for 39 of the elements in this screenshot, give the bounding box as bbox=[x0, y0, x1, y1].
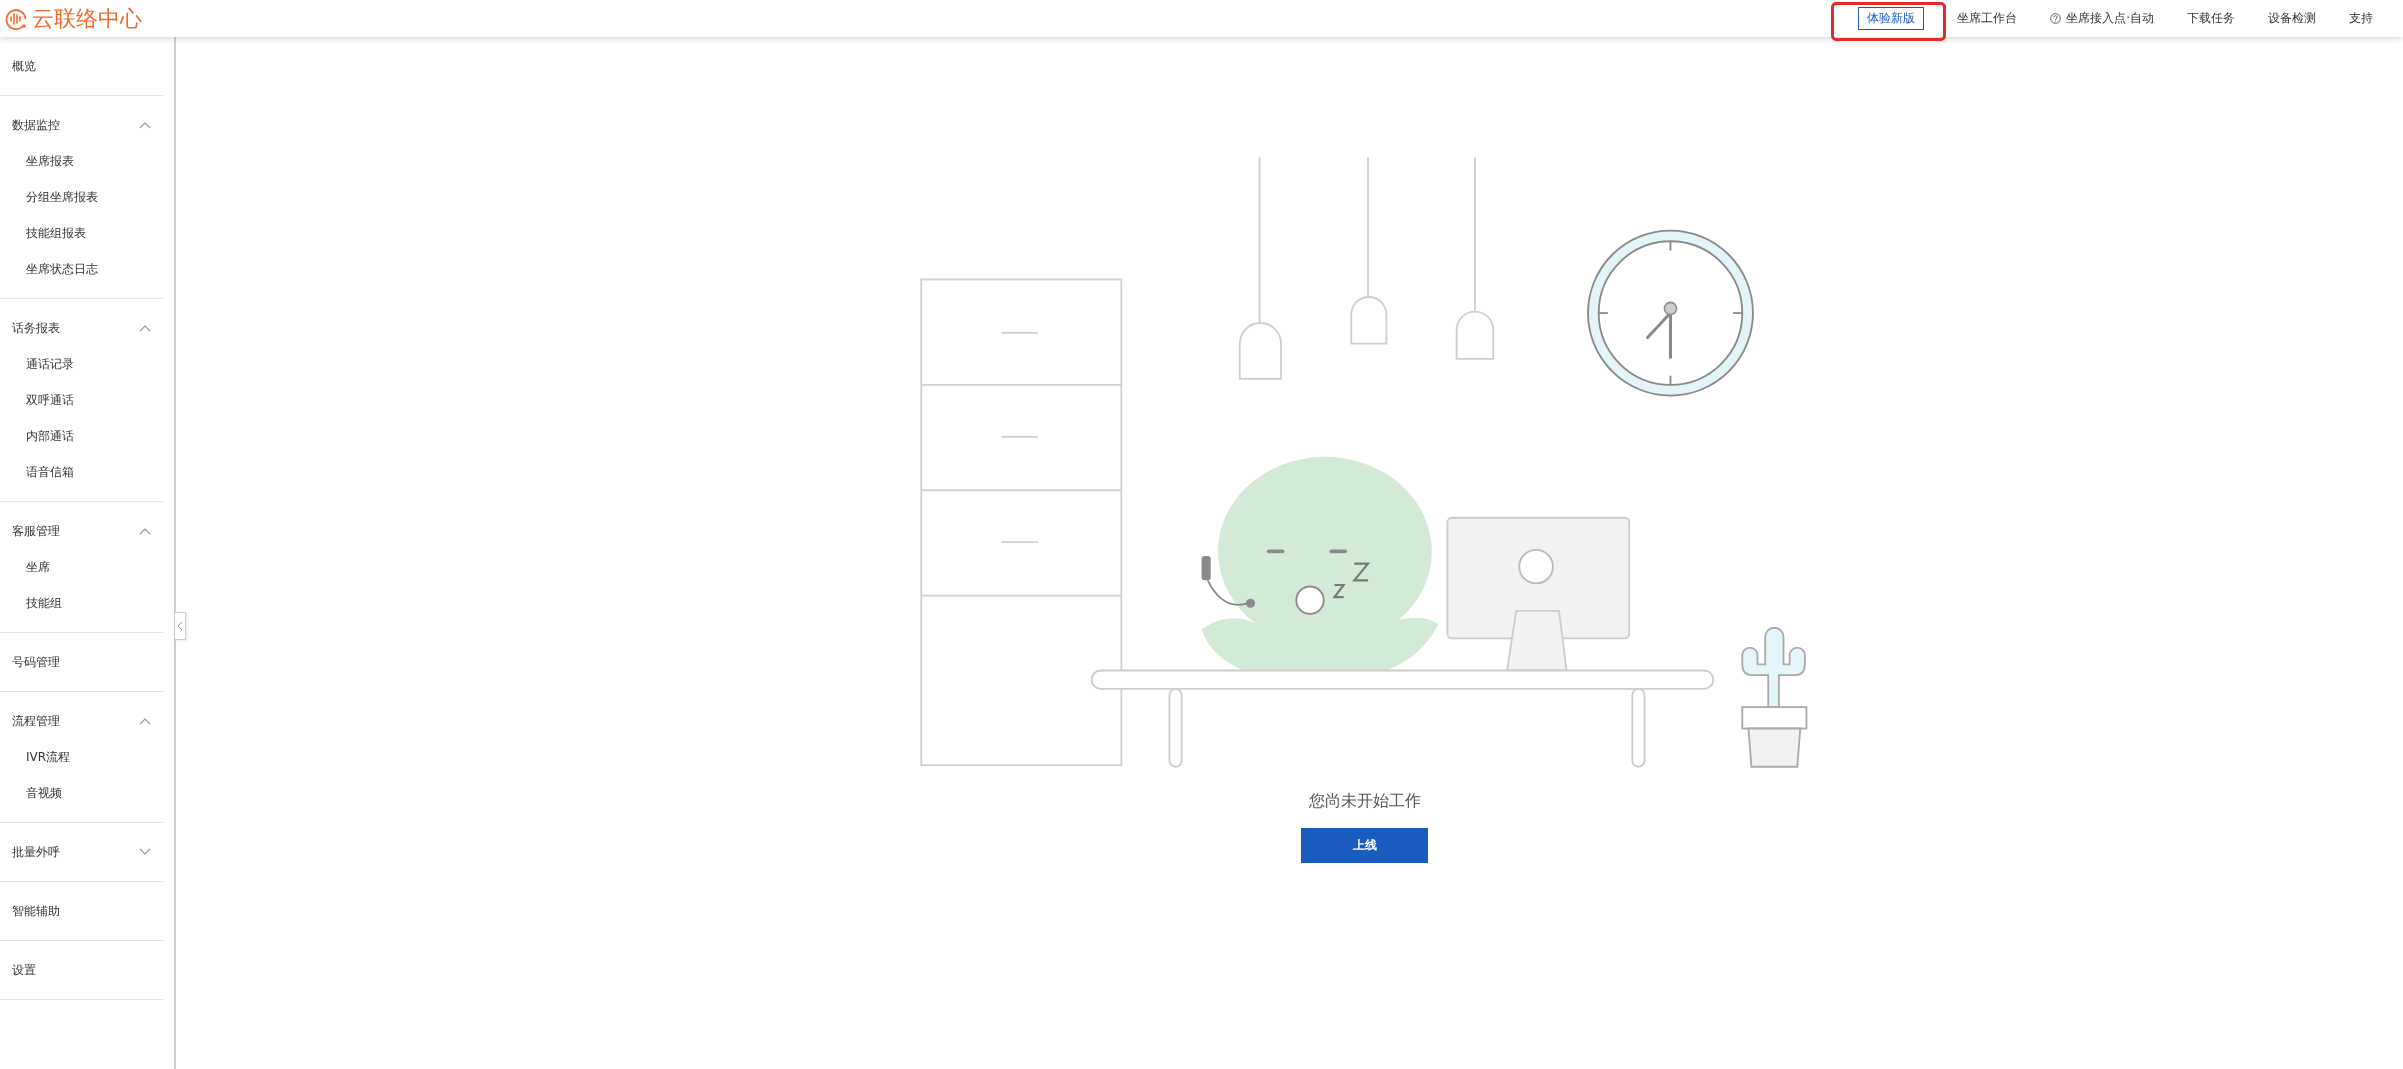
sidebar-subitem[interactable]: IVR流程 bbox=[0, 739, 163, 775]
sidebar-item[interactable]: 流程管理 bbox=[0, 703, 163, 739]
sidebar-subitem[interactable]: 双呼通话 bbox=[0, 382, 163, 418]
sidebar-item[interactable]: 智能辅助 bbox=[0, 893, 163, 929]
app-title: 云联络中心 bbox=[32, 4, 142, 33]
nav-link[interactable]: 坐席接入点·自动 bbox=[2050, 10, 2154, 27]
new-version-button[interactable]: 体验新版 bbox=[1858, 7, 1925, 30]
sidebar-item[interactable]: 话务报表 bbox=[0, 310, 163, 346]
sidebar-subitem[interactable]: 技能组 bbox=[0, 585, 163, 621]
sidebar-item[interactable]: 客服管理 bbox=[0, 513, 163, 549]
nav-link[interactable]: 下载任务 bbox=[2187, 10, 2235, 27]
sidebar-subitem[interactable]: 通话记录 bbox=[0, 346, 163, 382]
sidebar-subitem[interactable]: 内部通话 bbox=[0, 418, 163, 454]
chevron-up-icon bbox=[139, 717, 151, 725]
sidebar-item[interactable]: 设置 bbox=[0, 952, 163, 988]
help-icon bbox=[2050, 13, 2062, 24]
chevron-down-icon bbox=[139, 848, 151, 856]
sidebar-subitem[interactable]: 技能组报表 bbox=[0, 215, 163, 251]
sidebar-item[interactable]: 号码管理 bbox=[0, 644, 163, 680]
chevron-up-icon bbox=[139, 121, 151, 129]
go-online-button[interactable]: 上线 bbox=[1301, 828, 1428, 863]
sidebar-item[interactable]: 批量外呼 bbox=[0, 834, 163, 870]
nav-link[interactable]: 设备检测 bbox=[2268, 10, 2316, 27]
chevron-up-icon bbox=[139, 324, 151, 332]
sidebar-subitem[interactable]: 坐席 bbox=[0, 549, 163, 585]
sidebar-subitem[interactable]: 音视频 bbox=[0, 775, 163, 811]
empty-state-message: 您尚未开始工作 bbox=[1308, 791, 1421, 812]
sound-wave-logo-icon bbox=[4, 6, 28, 31]
sidebar-subitem[interactable]: 分组坐席报表 bbox=[0, 179, 163, 215]
sidebar-subitem[interactable]: 坐席状态日志 bbox=[0, 251, 163, 287]
nav-link[interactable]: 坐席工作台 bbox=[1957, 10, 2018, 27]
sidebar-item[interactable]: 概览 bbox=[0, 48, 163, 84]
sidebar-subitem[interactable]: 语音信箱 bbox=[0, 454, 163, 490]
chevron-left-icon bbox=[177, 621, 183, 631]
nav-link[interactable]: 支持 bbox=[2349, 10, 2373, 27]
chevron-up-icon bbox=[139, 527, 151, 535]
sidebar-item[interactable]: 数据监控 bbox=[0, 107, 163, 143]
sidebar-subitem[interactable]: 坐席报表 bbox=[0, 143, 163, 179]
collapse-handle[interactable] bbox=[175, 612, 186, 640]
